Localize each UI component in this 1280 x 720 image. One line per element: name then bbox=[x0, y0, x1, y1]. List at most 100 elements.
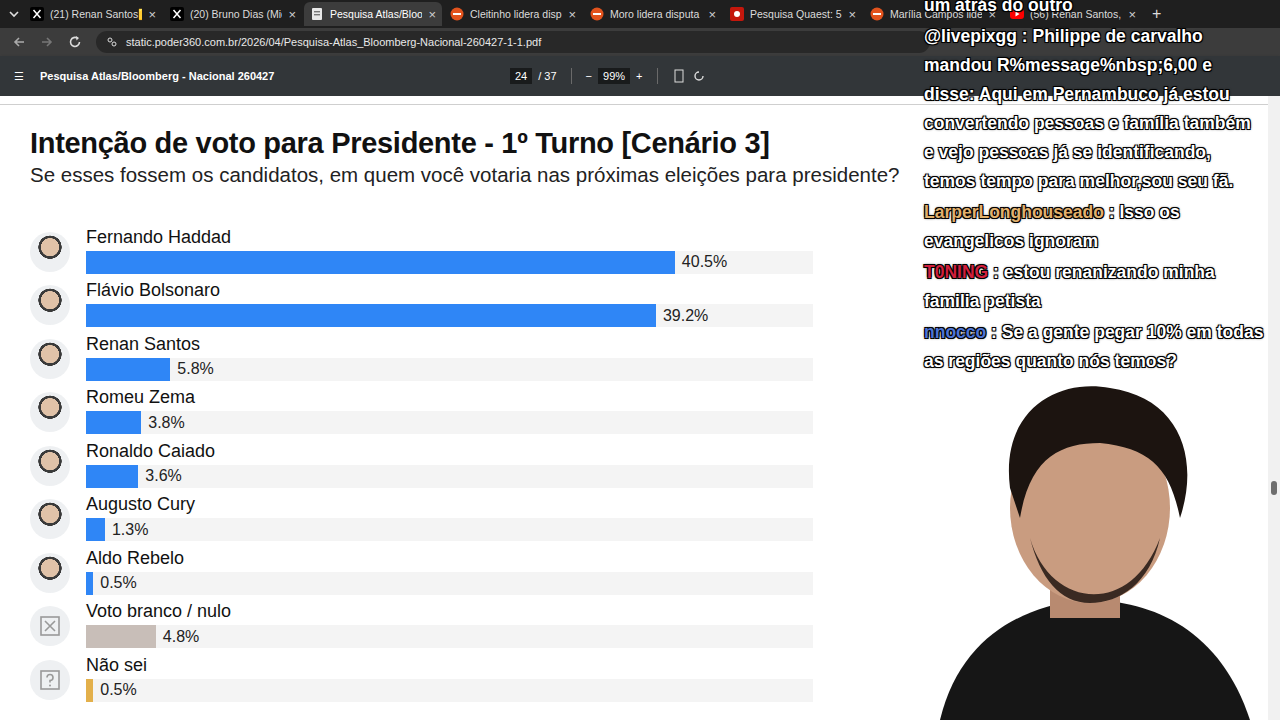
separator bbox=[657, 68, 658, 84]
chat-overlay: um atrás do outro@livepixgg : Philippe d… bbox=[924, 0, 1264, 376]
tab-favicon-icon bbox=[870, 7, 884, 21]
forward-icon[interactable] bbox=[40, 35, 54, 49]
tab-close-button[interactable]: × bbox=[568, 7, 576, 22]
site-info-icon[interactable] bbox=[106, 36, 118, 48]
tab-label: Cleitinho lidera disputa p bbox=[470, 8, 562, 20]
document-title: Pesquisa Atlas/Bloomberg - Nacional 2604… bbox=[40, 70, 480, 82]
browser-tab[interactable]: (21) Renan Santos🟨⬜D × bbox=[24, 2, 162, 26]
bar-value: 1.3% bbox=[112, 521, 148, 539]
chat-separator: : bbox=[1017, 26, 1033, 46]
new-tab-button[interactable]: + bbox=[1144, 5, 1169, 23]
tab-close-button[interactable]: × bbox=[848, 7, 856, 22]
page-edge bbox=[0, 104, 1268, 105]
tab-favicon-icon bbox=[590, 7, 604, 21]
streamer-photo bbox=[900, 368, 1268, 720]
tab-label: Pesquisa Quaest: 52% ap bbox=[750, 8, 842, 20]
zoom-in-button[interactable]: + bbox=[636, 70, 642, 82]
tab-label: (21) Renan Santos🟨⬜D bbox=[50, 8, 142, 21]
row-content: Augusto Cury 1.3% bbox=[86, 494, 813, 541]
option-name: Não sei bbox=[86, 655, 813, 675]
tab-favicon-icon bbox=[450, 7, 464, 21]
candidate-photo bbox=[30, 392, 70, 432]
browser-tab[interactable]: Cleitinho lidera disputa p × bbox=[444, 2, 582, 26]
option-name: Renan Santos bbox=[86, 334, 813, 354]
bar-fill bbox=[86, 625, 156, 648]
tab-label: Moro lidera disputa pelo bbox=[610, 8, 702, 20]
tab-label: (20) Bruno Dias (Midia Bl bbox=[190, 8, 282, 20]
bar-fill bbox=[86, 304, 656, 327]
scroll-thumb[interactable] bbox=[1271, 481, 1277, 495]
chat-username[interactable]: nnocco bbox=[924, 322, 986, 342]
crossed-box-icon bbox=[39, 615, 61, 637]
row-content: Fernando Haddad40.5% bbox=[86, 227, 813, 274]
chat-text: Philippe de carvalho mandou R%message%nb… bbox=[924, 26, 1251, 191]
chat-username[interactable]: @livepixgg bbox=[924, 26, 1017, 46]
rotate-icon[interactable] bbox=[692, 69, 706, 83]
tab-close-button[interactable]: × bbox=[148, 7, 156, 22]
zoom-input[interactable]: 99% bbox=[598, 68, 630, 84]
tab-list-icon[interactable] bbox=[6, 6, 22, 22]
row-content: Ronaldo Caiado 3.6% bbox=[86, 441, 813, 488]
back-icon[interactable] bbox=[12, 35, 26, 49]
scrollbar[interactable] bbox=[1268, 96, 1280, 720]
candidate-photo bbox=[30, 446, 70, 486]
bar-value: 0.5% bbox=[100, 574, 136, 592]
fit-page-icon[interactable] bbox=[672, 69, 686, 83]
page-input[interactable]: 24 bbox=[510, 68, 532, 84]
question-box-icon bbox=[39, 669, 61, 691]
chat-message: nnocco : Se a gente pegar 10% em todas a… bbox=[924, 318, 1264, 376]
bar-fill bbox=[86, 679, 93, 702]
bar-track: 0.5% bbox=[86, 572, 813, 595]
reload-icon[interactable] bbox=[68, 35, 82, 49]
tab-close-button[interactable]: × bbox=[288, 7, 296, 22]
tab-close-button[interactable]: × bbox=[1128, 7, 1136, 22]
chat-message: LarperLonghouseado : Isso os evangelicos… bbox=[924, 198, 1264, 256]
bar-value: 5.8% bbox=[177, 360, 213, 378]
bar-track: 0.5% bbox=[86, 679, 813, 702]
tab-favicon-icon bbox=[730, 7, 744, 21]
url-field[interactable]: static.poder360.com.br/2026/04/Pesquisa-… bbox=[96, 31, 930, 53]
bar-track: 3.6% bbox=[86, 465, 813, 488]
bar-track: 3.8% bbox=[86, 411, 813, 434]
browser-tab[interactable]: Moro lidera disputa pelo × bbox=[584, 2, 722, 26]
tab-favicon-icon bbox=[170, 7, 184, 21]
browser-tab[interactable]: Pesquisa Quaest: 52% ap × bbox=[724, 2, 862, 26]
bar-value: 3.8% bbox=[148, 414, 184, 432]
row-content: Flávio Bolsonaro39.2% bbox=[86, 280, 813, 327]
candidate-photo bbox=[30, 553, 70, 593]
tab-label: Pesquisa Atlas/Bloomberg bbox=[330, 8, 422, 20]
bar-track: 4.8% bbox=[86, 625, 813, 648]
tab-close-button[interactable]: × bbox=[708, 7, 716, 22]
page-controls: 24/ 37−99%+ bbox=[510, 68, 706, 84]
row-content: Não sei 0.5% bbox=[86, 655, 813, 702]
unknown-icon bbox=[30, 660, 70, 700]
chat-username[interactable]: T0NING bbox=[924, 262, 988, 282]
bar-fill bbox=[86, 572, 93, 595]
row-content: Aldo Rebelo 0.5% bbox=[86, 548, 813, 595]
bar-fill bbox=[86, 411, 141, 434]
bar-track: 39.2% bbox=[86, 304, 813, 327]
chat-username[interactable]: LarperLonghouseado bbox=[924, 202, 1104, 222]
chart-row: Flávio Bolsonaro39.2% bbox=[30, 279, 1268, 328]
row-content: Romeu Zema3.8% bbox=[86, 387, 813, 434]
chat-separator: : bbox=[988, 262, 1004, 282]
bar-track: 40.5% bbox=[86, 251, 813, 274]
option-name: Augusto Cury bbox=[86, 494, 813, 514]
bar-track: 1.3% bbox=[86, 518, 813, 541]
option-name: Ronaldo Caiado bbox=[86, 441, 813, 461]
bar-value: 39.2% bbox=[663, 307, 708, 325]
tab-favicon-icon bbox=[30, 7, 44, 21]
candidate-photo bbox=[30, 339, 70, 379]
row-content: Voto branco / nulo 4.8% bbox=[86, 601, 813, 648]
bar-value: 40.5% bbox=[682, 253, 727, 271]
browser-tab[interactable]: (20) Bruno Dias (Midia Bl × bbox=[164, 2, 302, 26]
browser-tab[interactable]: Pesquisa Atlas/Bloomberg × bbox=[304, 2, 442, 26]
option-name: Voto branco / nulo bbox=[86, 601, 813, 621]
url-text: static.poder360.com.br/2026/04/Pesquisa-… bbox=[126, 36, 541, 48]
zoom-out-button[interactable]: − bbox=[586, 70, 592, 82]
menu-button[interactable]: ☰ bbox=[14, 70, 24, 83]
tab-close-button[interactable]: × bbox=[428, 7, 436, 22]
option-name: Aldo Rebelo bbox=[86, 548, 813, 568]
chat-separator: : bbox=[1104, 202, 1120, 222]
tab-bar: (21) Renan Santos🟨⬜D×(20) Bruno Dias (Mi… bbox=[0, 0, 1280, 28]
